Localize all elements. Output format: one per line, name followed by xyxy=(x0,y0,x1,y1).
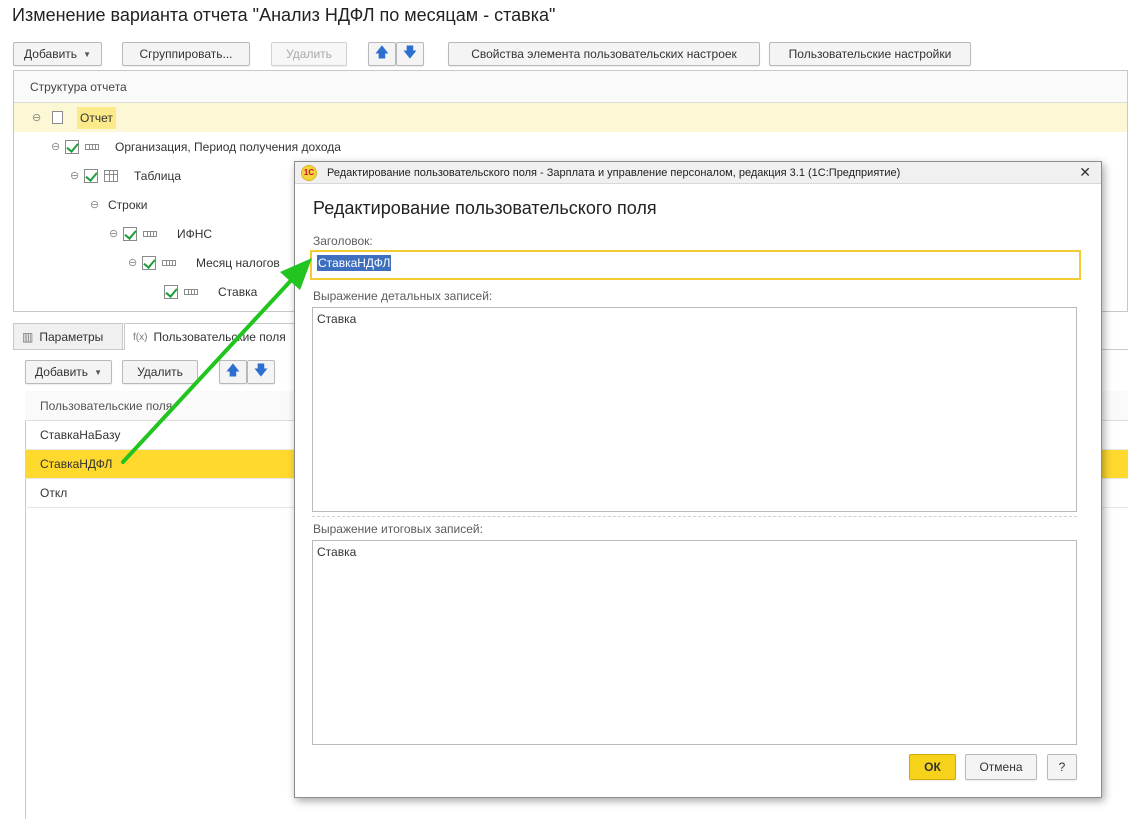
annotation-arrow xyxy=(121,258,312,464)
arrow-shaft xyxy=(121,273,298,464)
